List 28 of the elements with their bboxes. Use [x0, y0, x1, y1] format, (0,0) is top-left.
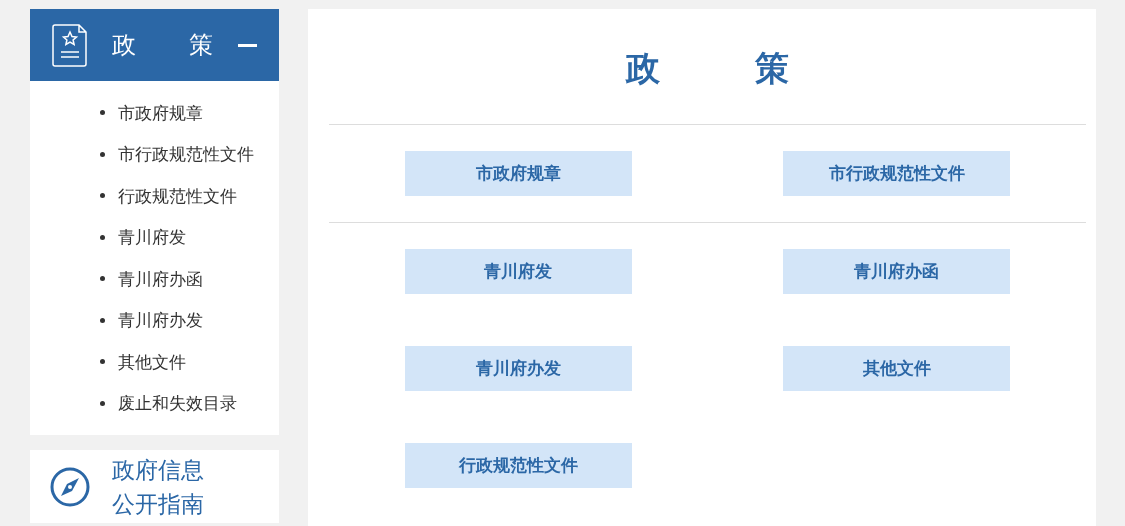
category-button[interactable]: 青川府办函 [783, 249, 1011, 294]
sidebar-link[interactable]: 行政规范性文件 [118, 184, 237, 207]
bullet-icon [100, 317, 105, 323]
compass-icon [50, 466, 90, 507]
sidebar-link[interactable]: 青川府发 [118, 226, 186, 249]
category-button[interactable]: 其他文件 [783, 346, 1011, 391]
sidebar-link[interactable]: 青川府办函 [118, 267, 203, 290]
sidebar-link[interactable]: 市政府规章 [118, 101, 203, 124]
bullet-icon [100, 193, 105, 199]
category-button[interactable]: 行政规范性文件 [404, 443, 632, 488]
sidebar-link[interactable]: 青川府办发 [118, 309, 203, 332]
page-title: 政 策 [624, 47, 821, 90]
category-button[interactable]: 市行政规范性文件 [783, 151, 1011, 196]
bullet-icon [100, 110, 105, 116]
sidebar-link[interactable]: 其他文件 [118, 350, 186, 373]
sidebar-link[interactable]: 市行政规范性文件 [118, 143, 254, 166]
document-star-icon [52, 23, 88, 67]
bullet-icon [100, 234, 105, 240]
sidebar-title: 政 策 [112, 30, 229, 61]
bullet-icon [100, 151, 105, 157]
category-button[interactable]: 青川府发 [404, 249, 632, 294]
category-button[interactable]: 青川府办发 [404, 346, 632, 391]
bullet-icon [100, 400, 105, 406]
sidebar-header[interactable]: 政 策 [30, 9, 279, 81]
category-button[interactable]: 市政府规章 [404, 151, 632, 196]
bullet-icon [100, 276, 105, 282]
sidebar-link[interactable]: 废止和失效目录 [118, 392, 237, 415]
bullet-icon [100, 359, 105, 365]
